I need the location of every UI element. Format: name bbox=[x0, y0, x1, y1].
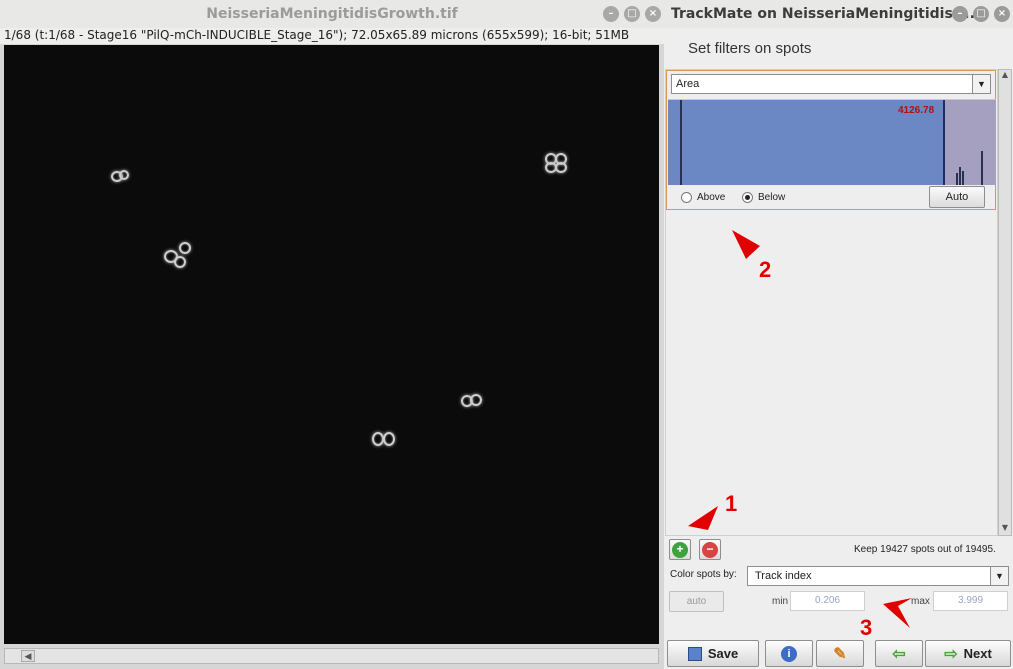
cell bbox=[119, 170, 129, 180]
image-window-title: NeisseriaMeningitidisGrowth.tif bbox=[206, 6, 458, 22]
wrench-icon: ✎ bbox=[833, 645, 847, 663]
image-window-titlebar[interactable]: NeisseriaMeningitidisGrowth.tif – □ × bbox=[0, 0, 664, 28]
threshold-line[interactable] bbox=[943, 100, 945, 185]
image-window: NeisseriaMeningitidisGrowth.tif – □ × 1/… bbox=[0, 0, 664, 669]
max-label: max bbox=[911, 596, 930, 607]
cell bbox=[179, 242, 191, 254]
trackmate-body: Set filters on spots ▲ ▼ Area ▼ 4126.78 bbox=[664, 28, 1013, 669]
info-button[interactable]: i bbox=[765, 640, 813, 667]
above-radio[interactable]: Above bbox=[681, 192, 725, 203]
auto-range-button[interactable]: auto bbox=[669, 591, 724, 612]
info-icon: i bbox=[781, 645, 797, 662]
save-icon bbox=[687, 646, 702, 661]
annotation-3: 3 bbox=[860, 615, 873, 640]
cell bbox=[383, 432, 395, 446]
save-button[interactable]: Save bbox=[667, 640, 759, 667]
trackmate-titlebar[interactable]: TrackMate on NeisseriaMeningitidisG... –… bbox=[664, 0, 1013, 28]
remove-icon: − bbox=[702, 542, 718, 558]
histogram-bar bbox=[981, 151, 983, 185]
scroll-up-icon[interactable]: ▲ bbox=[999, 70, 1011, 82]
trackmate-window: TrackMate on NeisseriaMeningitidisG... –… bbox=[664, 0, 1013, 669]
maximize-icon[interactable]: □ bbox=[973, 6, 989, 22]
vertical-scrollbar[interactable]: ▲ ▼ bbox=[998, 69, 1012, 536]
cell bbox=[470, 394, 482, 406]
trackmate-title: TrackMate on NeisseriaMeningitidisG... bbox=[671, 6, 981, 22]
auto-threshold-button[interactable]: Auto bbox=[929, 186, 985, 208]
back-arrow-icon: ⇦ bbox=[892, 645, 906, 663]
max-field[interactable]: 3.999 bbox=[933, 591, 1008, 611]
remove-filter-button[interactable]: − bbox=[699, 539, 721, 560]
scroll-left-icon[interactable]: ◀ bbox=[21, 650, 35, 662]
scroll-down-icon[interactable]: ▼ bbox=[999, 523, 1011, 535]
next-button[interactable]: ⇨ Next bbox=[925, 640, 1011, 667]
annotation-1: 1 bbox=[725, 491, 738, 516]
histogram-bar bbox=[956, 173, 958, 185]
spot-summary: Keep 19427 spots out of 19495. bbox=[854, 544, 996, 555]
histogram-bar bbox=[962, 171, 964, 185]
close-icon[interactable]: × bbox=[645, 6, 661, 22]
horizontal-scrollbar[interactable]: ◀ bbox=[4, 648, 659, 664]
save-label: Save bbox=[707, 646, 739, 661]
image-canvas[interactable] bbox=[4, 45, 659, 644]
min-field[interactable]: 0.206 bbox=[790, 591, 865, 611]
above-radio-dot[interactable] bbox=[681, 192, 692, 203]
next-arrow-icon: ⇨ bbox=[944, 645, 958, 663]
above-label: Above bbox=[697, 192, 726, 203]
histogram[interactable]: 4126.78 bbox=[668, 99, 996, 185]
add-icon: + bbox=[672, 542, 688, 558]
add-filter-button[interactable]: + bbox=[669, 539, 691, 560]
min-label: min bbox=[772, 596, 789, 607]
cell bbox=[555, 162, 567, 173]
chevron-down-icon: ▼ bbox=[990, 567, 1008, 585]
feature-select[interactable]: Area ▼ bbox=[671, 74, 991, 94]
color-by-value: Track index bbox=[755, 570, 812, 582]
feature-select-value: Area bbox=[676, 78, 700, 90]
maximize-icon[interactable]: □ bbox=[624, 6, 640, 22]
filter-panel: Area ▼ 4126.78 Above Below Auto bbox=[666, 70, 996, 210]
color-by-select[interactable]: Track index ▼ bbox=[747, 566, 1009, 586]
below-radio-dot[interactable] bbox=[742, 192, 753, 203]
next-label: Next bbox=[963, 646, 992, 661]
back-button[interactable]: ⇦ bbox=[875, 640, 923, 667]
chevron-down-icon: ▼ bbox=[972, 75, 990, 93]
below-radio[interactable]: Below bbox=[742, 192, 785, 203]
annotation-2: 2 bbox=[759, 257, 772, 282]
image-info-bar: 1/68 (t:1/68 - Stage16 "PilQ-mCh-INDUCIB… bbox=[0, 28, 664, 44]
cell bbox=[174, 256, 186, 268]
threshold-value: 4126.78 bbox=[898, 105, 935, 116]
panel-heading: Set filters on spots bbox=[688, 40, 812, 57]
minimize-icon[interactable]: – bbox=[603, 6, 619, 22]
below-label: Below bbox=[758, 192, 786, 203]
minimize-icon[interactable]: – bbox=[952, 6, 968, 22]
color-by-label: Color spots by: bbox=[670, 569, 737, 580]
settings-button[interactable]: ✎ bbox=[816, 640, 864, 667]
histogram-bar bbox=[959, 167, 961, 185]
histogram-bar bbox=[680, 100, 682, 185]
close-icon[interactable]: × bbox=[994, 6, 1010, 22]
